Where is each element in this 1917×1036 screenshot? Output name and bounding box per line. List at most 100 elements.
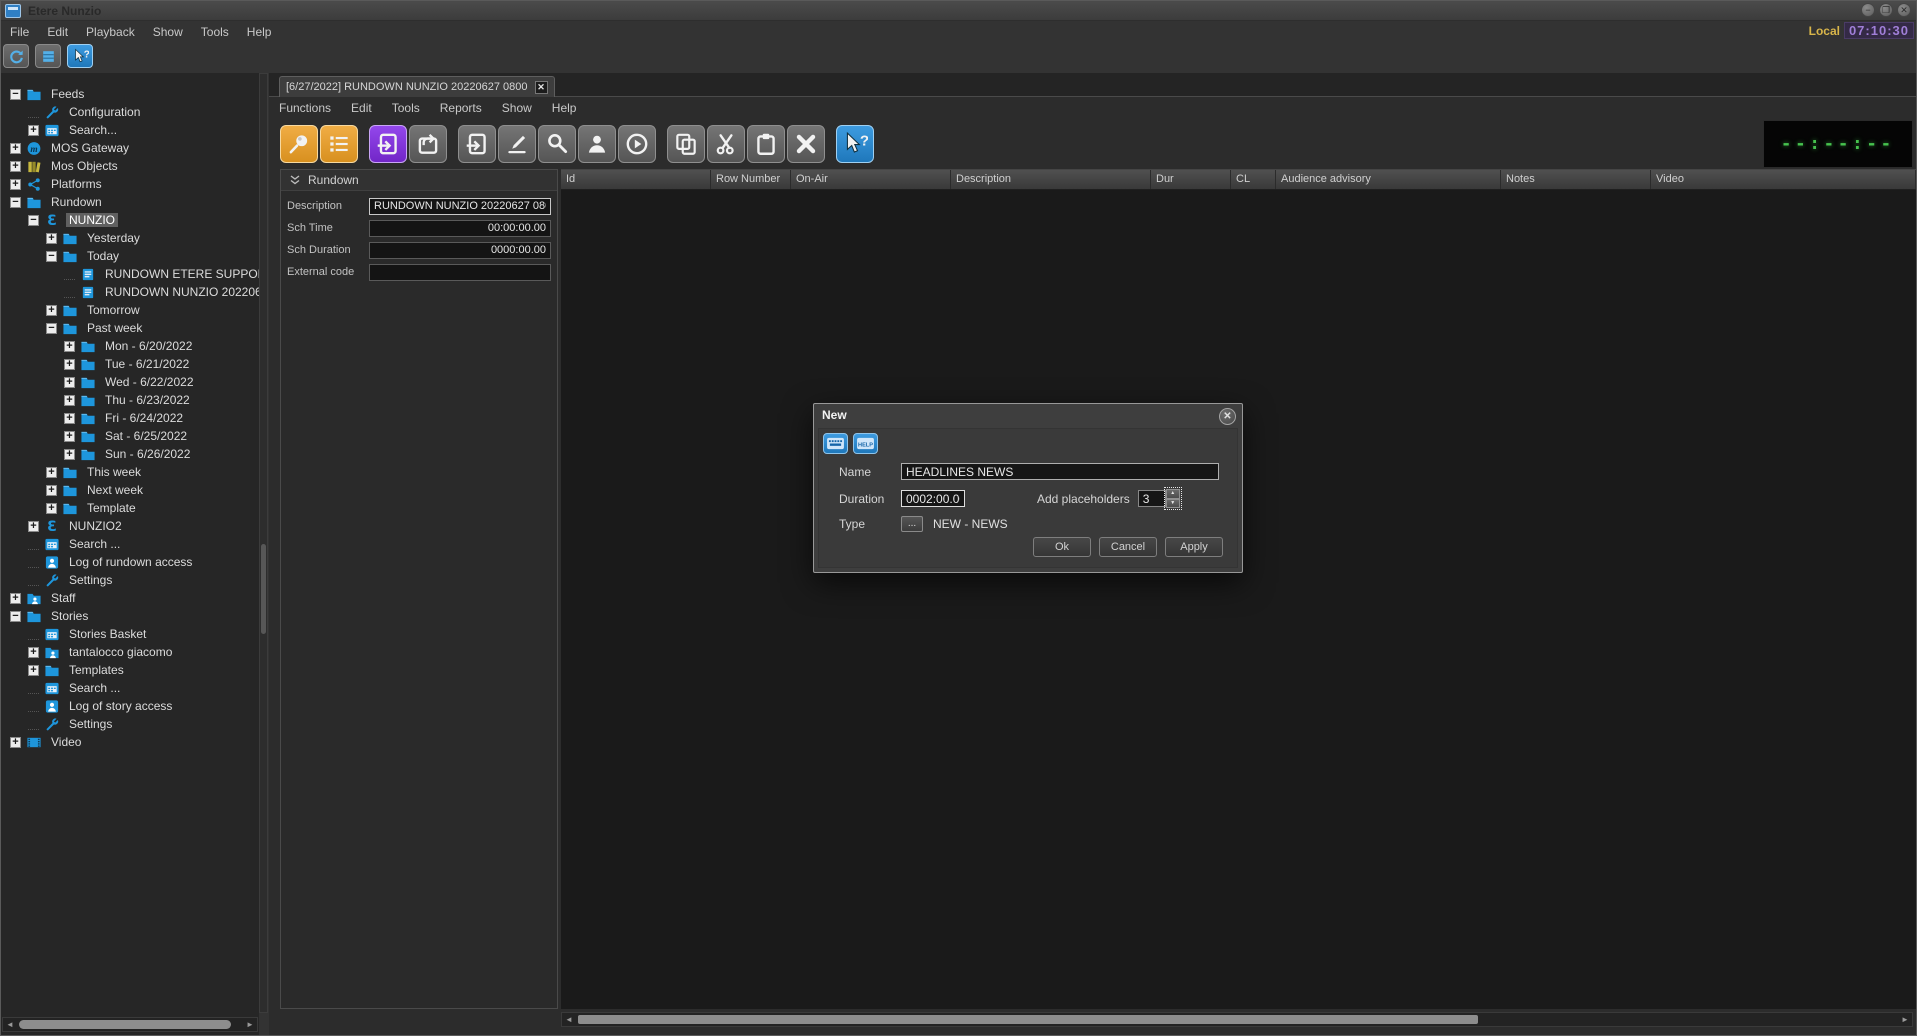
expand-box-icon[interactable]: +	[46, 233, 57, 244]
restore-button[interactable]: ❐	[1879, 3, 1893, 17]
tree-item-search[interactable]: Search ...	[1, 535, 259, 553]
collapse-box-icon[interactable]: −	[10, 197, 21, 208]
doc-menu-item-show[interactable]: Show	[492, 99, 542, 117]
scroll-left-arrow-icon[interactable]: ◄	[563, 1014, 575, 1025]
tree-item-search[interactable]: Search ...	[1, 679, 259, 697]
expand-box-icon[interactable]: +	[64, 377, 75, 388]
collapse-box-icon[interactable]: −	[46, 251, 57, 262]
column-header-id[interactable]: Id	[561, 170, 711, 189]
expand-box-icon[interactable]: +	[10, 143, 21, 154]
doc-refresh-button[interactable]	[458, 125, 496, 163]
expand-box-icon[interactable]: +	[46, 305, 57, 316]
rundown-panel-header[interactable]: Rundown	[281, 170, 557, 191]
collapse-box-icon[interactable]: −	[28, 215, 39, 226]
tree-item-tantalocco-giacomo[interactable]: +tantalocco giacomo	[1, 643, 259, 661]
doc-menu-item-tools[interactable]: Tools	[382, 99, 430, 117]
expand-box-icon[interactable]: +	[28, 665, 39, 676]
scroll-right-arrow-icon[interactable]: ►	[1899, 1014, 1911, 1025]
tree-item-settings[interactable]: Settings	[1, 715, 259, 733]
scroll-left-arrow-icon[interactable]: ◄	[4, 1019, 16, 1030]
panel-button[interactable]	[35, 44, 61, 68]
apply-button[interactable]: Apply	[1165, 537, 1223, 557]
tree-item-tue-6-21-2022[interactable]: +Tue - 6/21/2022	[1, 355, 259, 373]
tree-item-video[interactable]: +Video	[1, 733, 259, 751]
tree-item-log-of-story-access[interactable]: Log of story access	[1, 697, 259, 715]
spin-down-icon[interactable]: ▼	[1166, 499, 1180, 509]
list-button[interactable]	[320, 125, 358, 163]
tree-hscroll-thumb[interactable]	[19, 1020, 231, 1029]
tree-item-today[interactable]: −Today	[1, 247, 259, 265]
tree-item-rundown-nunzio-20220627-08[interactable]: RUNDOWN NUNZIO 20220627 08	[1, 283, 259, 301]
column-header-dur[interactable]: Dur	[1151, 170, 1231, 189]
tree-item-wed-6-22-2022[interactable]: +Wed - 6/22/2022	[1, 373, 259, 391]
tree-item-log-of-rundown-access[interactable]: Log of rundown access	[1, 553, 259, 571]
collapse-box-icon[interactable]: −	[10, 89, 21, 100]
doc-sync-button[interactable]	[369, 125, 407, 163]
tree-item-thu-6-23-2022[interactable]: +Thu - 6/23/2022	[1, 391, 259, 409]
expand-box-icon[interactable]: +	[28, 125, 39, 136]
column-header-description[interactable]: Description	[951, 170, 1151, 189]
placeholders-field[interactable]	[1138, 490, 1166, 507]
expand-box-icon[interactable]: +	[64, 431, 75, 442]
column-header-audience-advisory[interactable]: Audience advisory	[1276, 170, 1501, 189]
tree-item-mos-gateway[interactable]: +mMOS Gateway	[1, 139, 259, 157]
menu-item-show[interactable]: Show	[144, 23, 192, 41]
tree-item-stories[interactable]: −Stories	[1, 607, 259, 625]
doc-menu-item-edit[interactable]: Edit	[341, 99, 382, 117]
tree-horizontal-scrollbar[interactable]: ◄ ►	[2, 1017, 258, 1032]
collapse-box-icon[interactable]: −	[10, 611, 21, 622]
paste-button[interactable]	[747, 125, 785, 163]
menu-item-help[interactable]: Help	[238, 23, 281, 41]
expand-box-icon[interactable]: +	[64, 359, 75, 370]
tree-item-next-week[interactable]: +Next week	[1, 481, 259, 499]
external-code-field[interactable]	[369, 264, 551, 281]
expand-box-icon[interactable]: +	[10, 593, 21, 604]
column-header-video[interactable]: Video	[1651, 170, 1916, 189]
grid-hscroll-thumb[interactable]	[578, 1015, 1478, 1024]
tree-item-rundown-etere-support[interactable]: RUNDOWN ETERE SUPPORT	[1, 265, 259, 283]
sch-time-field[interactable]	[369, 220, 551, 237]
tree-vertical-scrollbar[interactable]	[259, 73, 268, 1013]
expand-box-icon[interactable]: +	[10, 161, 21, 172]
expand-box-icon[interactable]: +	[64, 449, 75, 460]
keyboard-icon[interactable]	[823, 433, 848, 454]
doc-menu-item-functions[interactable]: Functions	[269, 99, 341, 117]
tree-item-templates[interactable]: +Templates	[1, 661, 259, 679]
tree-item-configuration[interactable]: Configuration	[1, 103, 259, 121]
search-button[interactable]	[538, 125, 576, 163]
doc-import-button[interactable]	[409, 125, 447, 163]
tab-rundown[interactable]: [6/27/2022] RUNDOWN NUNZIO 20220627 0800…	[279, 76, 555, 97]
tree-item-nunzio2[interactable]: +ƐNUNZIO2	[1, 517, 259, 535]
doc-menu-item-reports[interactable]: Reports	[430, 99, 492, 117]
expand-box-icon[interactable]: +	[10, 737, 21, 748]
ok-button[interactable]: Ok	[1033, 537, 1091, 557]
tree-item-tomorrow[interactable]: +Tomorrow	[1, 301, 259, 319]
menu-item-file[interactable]: File	[1, 23, 38, 41]
menu-item-playback[interactable]: Playback	[77, 23, 144, 41]
description-field[interactable]	[369, 198, 551, 215]
column-header-on-air[interactable]: On-Air	[791, 170, 951, 189]
expand-box-icon[interactable]: +	[64, 395, 75, 406]
expand-box-icon[interactable]: +	[10, 179, 21, 190]
tab-close-icon[interactable]: ✕	[535, 81, 548, 94]
copy-button[interactable]	[667, 125, 705, 163]
tree-item-yesterday[interactable]: +Yesterday	[1, 229, 259, 247]
tree-item-search[interactable]: +Search...	[1, 121, 259, 139]
doc-menu-item-help[interactable]: Help	[542, 99, 587, 117]
help-button[interactable]: ?	[836, 125, 874, 163]
expand-box-icon[interactable]: +	[28, 521, 39, 532]
sch-duration-field[interactable]	[369, 242, 551, 259]
tree-item-platforms[interactable]: +Platforms	[1, 175, 259, 193]
tree-vscroll-thumb[interactable]	[261, 544, 266, 634]
context-help-button[interactable]: ?	[67, 44, 93, 68]
tree-item-settings[interactable]: Settings	[1, 571, 259, 589]
person-button[interactable]	[578, 125, 616, 163]
column-header-cl[interactable]: CL	[1231, 170, 1276, 189]
column-header-notes[interactable]: Notes	[1501, 170, 1651, 189]
cancel-button[interactable]: Cancel	[1099, 537, 1157, 557]
dialog-close-icon[interactable]: ✕	[1219, 408, 1236, 425]
scroll-right-arrow-icon[interactable]: ►	[244, 1019, 256, 1030]
tree-item-mos-objects[interactable]: +Mos Objects	[1, 157, 259, 175]
help-icon[interactable]: HELP	[853, 433, 878, 454]
edit-button[interactable]	[498, 125, 536, 163]
